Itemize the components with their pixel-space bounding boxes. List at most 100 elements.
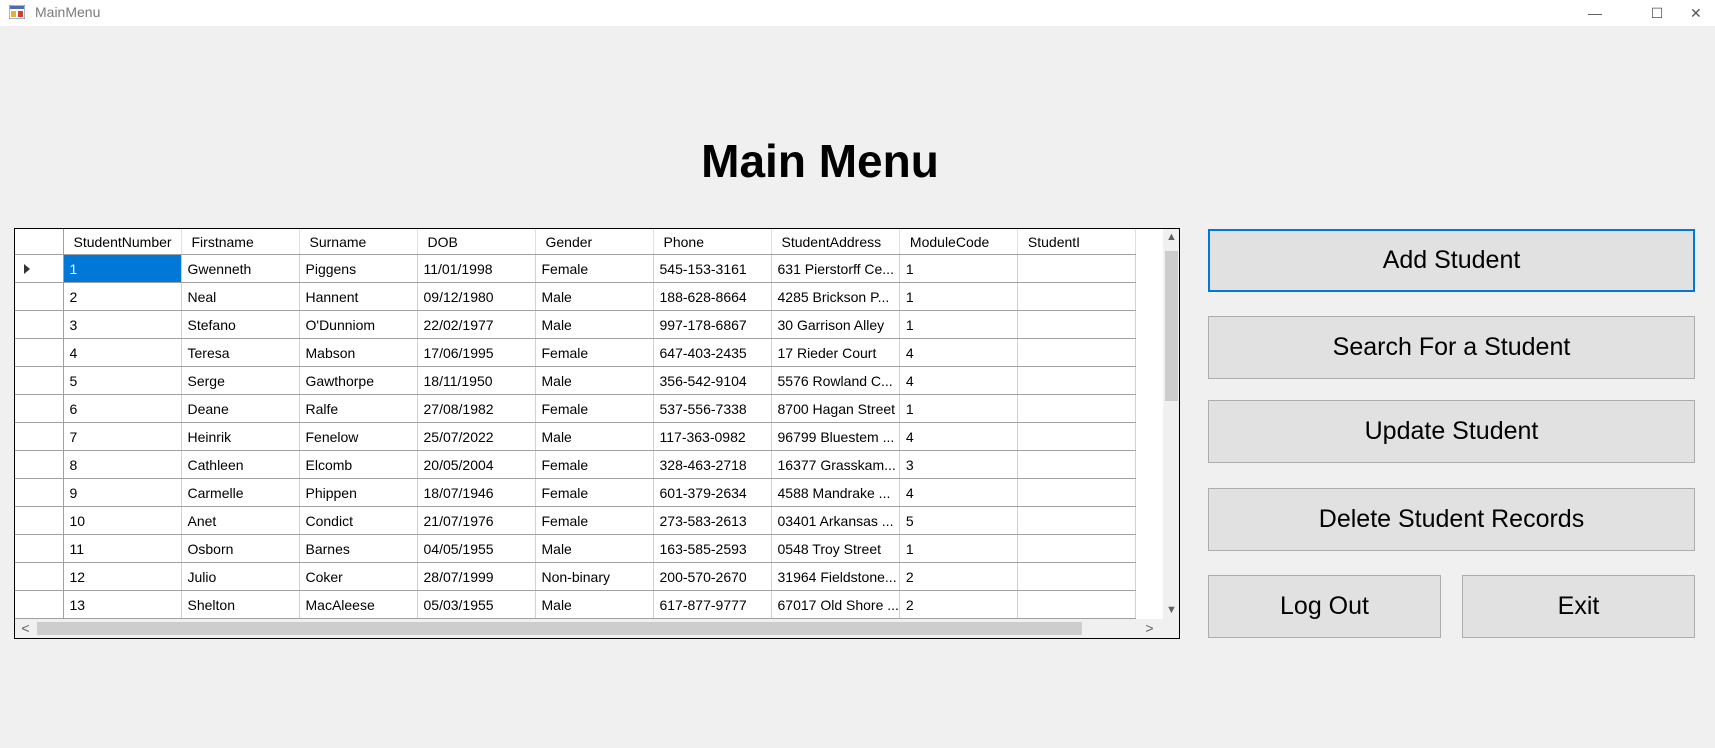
row-header[interactable] [15,422,64,451]
table-cell[interactable]: Hannent [299,282,418,311]
table-cell[interactable]: 537-556-7338 [653,394,772,423]
table-cell[interactable]: 11 [63,534,182,563]
table-cell[interactable]: 8700 Hagan Street [771,394,900,423]
table-cell[interactable]: 20/05/2004 [417,450,536,479]
table-row[interactable]: 7 Heinrik Fenelow 25/07/2022 Male 117-363-098… [15,422,1136,451]
table-row[interactable]: 3 Stefano O'Dunniom 22/02/1977 Male 997-178-6… [15,310,1136,339]
table-cell[interactable] [1017,366,1136,395]
table-cell[interactable]: Female [535,506,654,535]
table-cell[interactable] [1017,478,1136,507]
table-cell[interactable]: Shelton [181,590,300,619]
table-cell[interactable]: 5576 Rowland C... [771,366,900,395]
table-cell[interactable]: Serge [181,366,300,395]
table-cell[interactable]: 200-570-2670 [653,562,772,591]
table-cell[interactable]: 4 [899,478,1018,507]
table-row[interactable]: 8 Cathleen Elcomb 20/05/2004 Female 328-463-2… [15,450,1136,479]
table-cell[interactable]: 4 [63,338,182,367]
table-cell[interactable] [1017,394,1136,423]
maximize-button[interactable]: ☐ [1635,0,1679,26]
log-out-button[interactable]: Log Out [1208,575,1441,638]
table-cell[interactable]: 28/07/1999 [417,562,536,591]
table-cell[interactable]: Osborn [181,534,300,563]
table-cell[interactable]: 617-877-9777 [653,590,772,619]
table-row[interactable]: 2 Neal Hannent 09/12/1980 Male 188-628-8664 42… [15,282,1136,311]
search-student-button[interactable]: Search For a Student [1208,316,1695,379]
table-row[interactable]: 11 Osborn Barnes 04/05/1955 Male 163-585-2593… [15,534,1136,563]
table-cell[interactable]: Male [535,282,654,311]
table-cell[interactable]: 2 [899,562,1018,591]
table-cell[interactable]: 8 [63,450,182,479]
column-header[interactable]: StudentNumber [63,229,182,255]
table-cell[interactable]: Female [535,478,654,507]
table-row[interactable]: 4 Teresa Mabson 17/06/1995 Female 647-403-243… [15,338,1136,367]
table-cell[interactable]: Stefano [181,310,300,339]
row-header[interactable] [15,562,64,591]
update-student-button[interactable]: Update Student [1208,400,1695,463]
table-cell[interactable]: 17 Rieder Court [771,338,900,367]
scroll-right-icon[interactable]: > [1141,619,1158,638]
table-cell[interactable]: 188-628-8664 [653,282,772,311]
table-cell[interactable]: Coker [299,562,418,591]
table-cell[interactable]: 4285 Brickson P... [771,282,900,311]
table-row[interactable]: 13 Shelton MacAleese 05/03/1955 Male 617-877-… [15,590,1136,619]
table-cell[interactable]: Carmelle [181,478,300,507]
table-cell[interactable] [1017,310,1136,339]
table-cell[interactable]: Female [535,450,654,479]
table-cell[interactable]: Phippen [299,478,418,507]
table-cell[interactable]: Heinrik [181,422,300,451]
table-cell[interactable]: 4 [899,338,1018,367]
table-cell[interactable]: Female [535,338,654,367]
row-header[interactable] [15,338,64,367]
table-cell[interactable]: 2 [899,590,1018,619]
table-row[interactable]: 1 Gwenneth Piggens 11/01/1998 Female 545-153-… [15,254,1136,283]
table-cell[interactable]: Male [535,422,654,451]
table-cell[interactable]: 117-363-0982 [653,422,772,451]
horizontal-scrollbar[interactable]: < > [15,619,1163,638]
table-cell[interactable]: 0548 Troy Street [771,534,900,563]
table-cell[interactable]: 21/07/1976 [417,506,536,535]
table-cell[interactable]: 6 [63,394,182,423]
table-cell[interactable]: Mabson [299,338,418,367]
table-cell[interactable] [1017,338,1136,367]
table-cell[interactable]: 30 Garrison Alley [771,310,900,339]
vertical-scroll-thumb[interactable] [1165,251,1178,401]
table-cell[interactable]: 22/02/1977 [417,310,536,339]
row-header[interactable] [15,282,64,311]
column-header[interactable]: Phone [653,229,772,255]
table-cell[interactable]: 05/03/1955 [417,590,536,619]
add-student-button[interactable]: Add Student [1208,229,1695,292]
table-cell[interactable]: 13 [63,590,182,619]
table-row[interactable]: 10 Anet Condict 21/07/1976 Female 273-583-261… [15,506,1136,535]
table-cell[interactable]: 3 [63,310,182,339]
table-cell[interactable]: 1 [899,282,1018,311]
table-cell[interactable]: 7 [63,422,182,451]
table-row[interactable]: 5 Serge Gawthorpe 18/11/1950 Male 356-542-910… [15,366,1136,395]
row-header[interactable] [15,254,64,283]
table-cell[interactable]: 1 [899,254,1018,283]
table-cell[interactable]: 4588 Mandrake ... [771,478,900,507]
row-header[interactable] [15,450,64,479]
table-cell[interactable]: 545-153-3161 [653,254,772,283]
column-header[interactable]: StudentAddress [771,229,900,255]
column-header[interactable]: Gender [535,229,654,255]
table-cell[interactable] [1017,506,1136,535]
table-cell[interactable]: Julio [181,562,300,591]
table-cell[interactable]: Ralfe [299,394,418,423]
table-cell[interactable]: 328-463-2718 [653,450,772,479]
table-cell[interactable]: 96799 Bluestem ... [771,422,900,451]
row-header[interactable] [15,394,64,423]
table-cell[interactable]: 163-585-2593 [653,534,772,563]
table-cell[interactable]: 4 [899,422,1018,451]
column-header[interactable]: StudentI [1017,229,1136,255]
table-cell[interactable]: 09/12/1980 [417,282,536,311]
horizontal-scroll-thumb[interactable] [37,622,1082,635]
table-cell[interactable]: Barnes [299,534,418,563]
table-cell[interactable]: Piggens [299,254,418,283]
table-cell[interactable]: Male [535,534,654,563]
row-header[interactable] [15,366,64,395]
table-cell[interactable]: 11/01/1998 [417,254,536,283]
table-cell[interactable] [1017,254,1136,283]
table-cell[interactable]: Deane [181,394,300,423]
table-row[interactable]: 12 Julio Coker 28/07/1999 Non-binary 200-570-… [15,562,1136,591]
students-data-grid[interactable]: StudentNumber Firstname Surname DOB Gender Ph… [14,228,1180,639]
